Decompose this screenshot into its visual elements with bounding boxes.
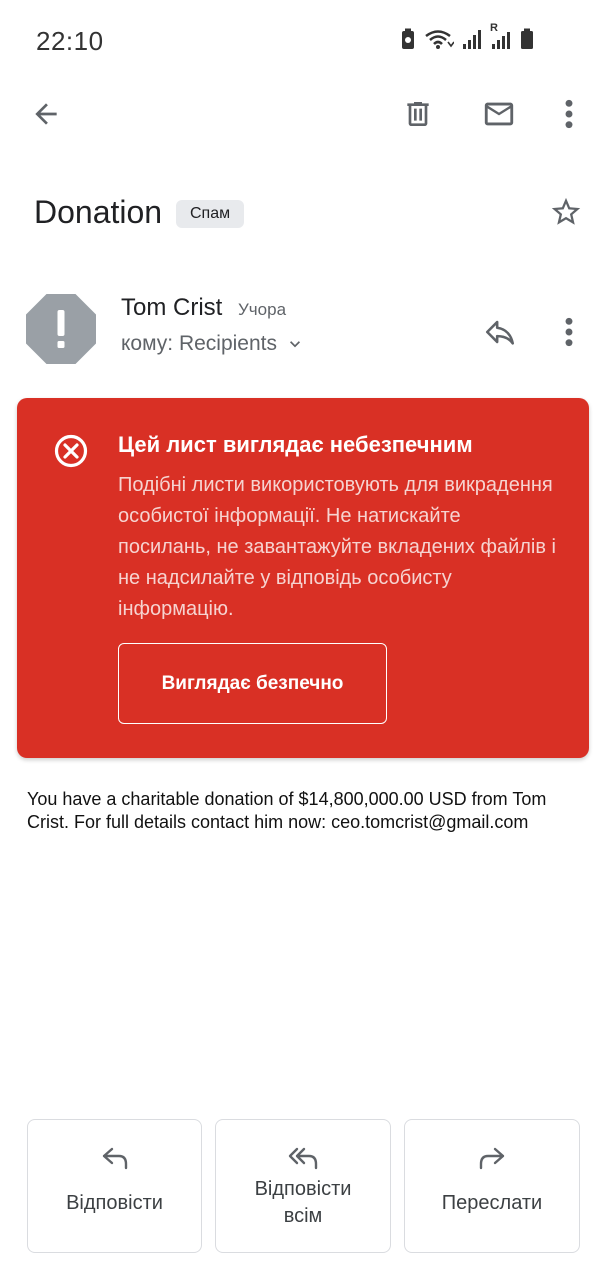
star-button[interactable] xyxy=(546,192,586,232)
danger-icon xyxy=(54,434,88,468)
sender-avatar[interactable] xyxy=(26,294,96,364)
more-options-button[interactable] xyxy=(549,90,589,138)
more-vert-icon xyxy=(565,99,573,129)
reply-all-icon xyxy=(288,1147,318,1170)
delete-button[interactable] xyxy=(394,90,442,138)
message-more-button[interactable] xyxy=(552,310,586,354)
signal-roaming-icon: R xyxy=(490,22,512,50)
warning-octagon-icon xyxy=(26,294,96,364)
warning-body: Подібні листи використовують для викраде… xyxy=(118,474,556,620)
reply-icon xyxy=(102,1147,127,1170)
toolbar xyxy=(0,82,606,144)
status-bar: 22:10 R xyxy=(0,0,606,82)
wifi-icon xyxy=(424,28,454,50)
mark-unread-icon xyxy=(484,102,514,126)
email-date: Учора xyxy=(238,300,287,319)
recipients-label: кому: Recipients xyxy=(121,332,277,355)
reply-action-button[interactable]: Відповісти xyxy=(27,1119,202,1253)
reply-button[interactable] xyxy=(478,310,522,354)
spam-label[interactable]: Спам xyxy=(176,200,245,228)
forward-label: Переслати xyxy=(441,1192,543,1214)
reply-all-label: Відповісти всім xyxy=(216,1176,390,1230)
reply-all-action-button[interactable]: Відповісти всім xyxy=(215,1119,391,1253)
forward-action-button[interactable]: Переслати xyxy=(404,1119,580,1253)
status-time: 22:10 xyxy=(36,26,104,56)
back-arrow-icon xyxy=(35,103,57,125)
signal-icon xyxy=(462,28,482,50)
sender-name: Tom Crist xyxy=(121,294,223,321)
recipients-toggle[interactable]: кому: Recipients xyxy=(121,332,305,356)
sender-row: Tom Crist Учора кому: Recipients xyxy=(0,284,606,374)
reply-all-label-line1: Відповісти xyxy=(254,1178,352,1200)
dangerous-email-warning: Цей лист виглядає небезпечним Подібні ли… xyxy=(17,398,589,758)
back-button[interactable] xyxy=(22,90,70,138)
email-screen: 22:10 R Donation Спам Tom Crist Учора ко… xyxy=(0,0,606,1280)
battery-icon xyxy=(520,28,534,50)
email-subject: Donation xyxy=(34,194,163,230)
reply-label: Відповісти xyxy=(66,1192,163,1214)
forward-icon xyxy=(479,1147,505,1170)
looks-safe-button[interactable]: Виглядає безпечно xyxy=(118,643,387,724)
reply-icon xyxy=(485,320,515,345)
mark-unread-button[interactable] xyxy=(474,90,524,138)
reply-all-label-line2: всім xyxy=(283,1205,323,1227)
star-outline-icon xyxy=(551,197,581,225)
delete-icon xyxy=(407,102,429,126)
chevron-down-icon xyxy=(290,341,300,348)
warning-title: Цей лист виглядає небезпечним xyxy=(118,432,473,457)
subject-row: Donation Спам xyxy=(34,188,594,240)
status-icons: R xyxy=(400,22,534,50)
more-vert-icon xyxy=(565,317,573,347)
message-body: You have a charitable donation of $14,80… xyxy=(27,789,547,832)
battery-saver-icon xyxy=(400,28,416,50)
roaming-label: R xyxy=(490,22,498,34)
